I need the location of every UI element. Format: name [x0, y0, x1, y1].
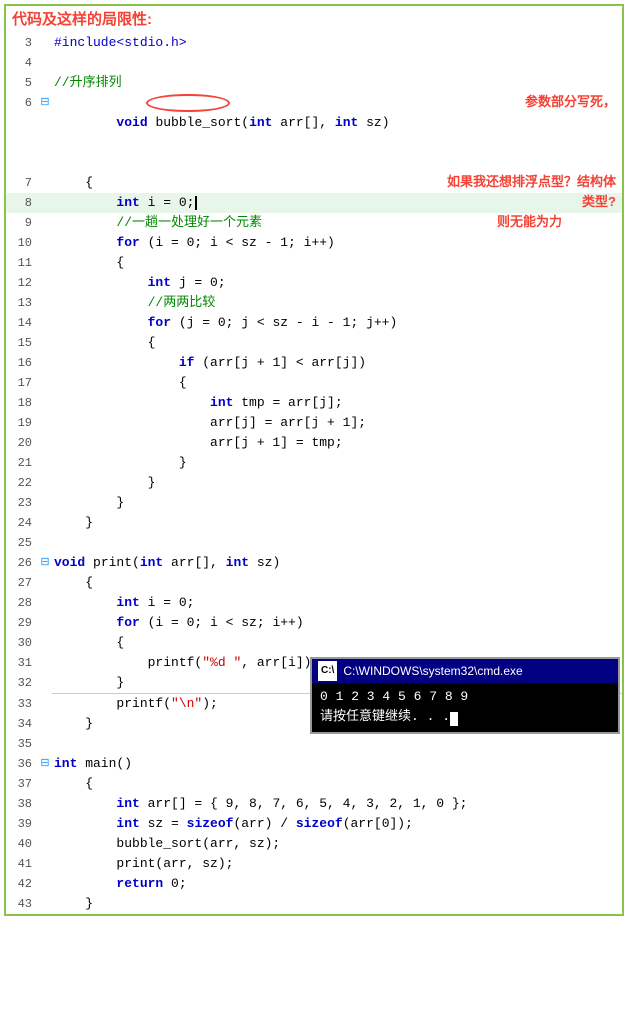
- code-line-24: 24 }: [6, 513, 622, 533]
- code-line-36: 36 ⊟ int main(): [6, 754, 622, 774]
- code-line-29: 29 for (i = 0; i < sz; i++): [6, 613, 622, 633]
- code-line-10: 10 for (i = 0; i < sz - 1; i++): [6, 233, 622, 253]
- code-area: 3 #include<stdio.h> 4 5 //升序排列 6 ⊟ void …: [6, 33, 622, 914]
- title-bar: 代码及这样的局限性:: [6, 6, 622, 33]
- code-line-6: 6 ⊟ void bubble_sort(int arr[], int sz) …: [6, 93, 622, 173]
- code-line-25: 25: [6, 533, 622, 553]
- code-line-4: 4: [6, 53, 622, 73]
- code-line-3: 3 #include<stdio.h>: [6, 33, 622, 53]
- code-line-42: 42 return 0;: [6, 874, 622, 894]
- cmd-title-bar: C:\ C:\WINDOWS\system32\cmd.exe: [312, 659, 618, 683]
- code-line-27: 27 {: [6, 573, 622, 593]
- code-line-41: 41 print(arr, sz);: [6, 854, 622, 874]
- annotation-float: 如果我还想排浮点型？结构体: [447, 173, 616, 193]
- code-line-19: 19 arr[j] = arr[j + 1];: [6, 413, 622, 433]
- code-line-9: 9 //一趟一处理好一个元素 则无能为力: [6, 213, 622, 233]
- code-line-7: 7 { 如果我还想排浮点型？结构体: [6, 173, 622, 193]
- code-line-21: 21 }: [6, 453, 622, 473]
- code-line-38: 38 int arr[] = { 9, 8, 7, 6, 5, 4, 3, 2,…: [6, 794, 622, 814]
- annotation-powerless: 则无能为力: [497, 213, 562, 233]
- cmd-body: 0 1 2 3 4 5 6 7 8 9 请按任意键继续. . .: [312, 683, 618, 732]
- cmd-window: C:\ C:\WINDOWS\system32\cmd.exe 0 1 2 3 …: [310, 657, 620, 734]
- annotation-param: 参数部分写死，: [525, 93, 616, 113]
- code-line-30: 30 {: [6, 633, 622, 653]
- code-line-37: 37 {: [6, 774, 622, 794]
- main-container: 代码及这样的局限性: 3 #include<stdio.h> 4 5 //升序排…: [4, 4, 624, 916]
- code-line-22: 22 }: [6, 473, 622, 493]
- code-line-28: 28 int i = 0;: [6, 593, 622, 613]
- code-line-35: 35: [6, 734, 622, 754]
- code-line-23: 23 }: [6, 493, 622, 513]
- code-line-40: 40 bubble_sort(arr, sz);: [6, 834, 622, 854]
- code-line-18: 18 int tmp = arr[j];: [6, 393, 622, 413]
- code-line-26: 26 ⊟ void print(int arr[], int sz): [6, 553, 622, 573]
- code-line-17: 17 {: [6, 373, 622, 393]
- code-line-31: 31 printf("%d ", arr[i]); C:\ C:\WINDOWS…: [6, 653, 622, 673]
- cmd-prompt-line: 请按任意键继续. . .: [320, 707, 610, 727]
- code-line-12: 12 int j = 0;: [6, 273, 622, 293]
- code-line-11: 11 {: [6, 253, 622, 273]
- code-line-13: 13 //两两比较: [6, 293, 622, 313]
- page-title: 代码及这样的局限性:: [12, 11, 152, 28]
- code-line-39: 39 int sz = sizeof(arr) / sizeof(arr[0])…: [6, 814, 622, 834]
- code-line-15: 15 {: [6, 333, 622, 353]
- annotation-type: 类型?: [582, 193, 616, 213]
- cmd-title-text: C:\WINDOWS\system32\cmd.exe: [343, 661, 522, 681]
- code-line-5: 5 //升序排列: [6, 73, 622, 93]
- code-line-20: 20 arr[j + 1] = tmp;: [6, 433, 622, 453]
- cmd-output-line: 0 1 2 3 4 5 6 7 8 9: [320, 687, 610, 707]
- cmd-cursor: [450, 712, 458, 726]
- code-line-43: 43 }: [6, 894, 622, 914]
- code-line-16: 16 if (arr[j + 1] < arr[j]): [6, 353, 622, 373]
- code-line-14: 14 for (j = 0; j < sz - i - 1; j++): [6, 313, 622, 333]
- code-line-8: 8 int i = 0; 类型?: [6, 193, 622, 213]
